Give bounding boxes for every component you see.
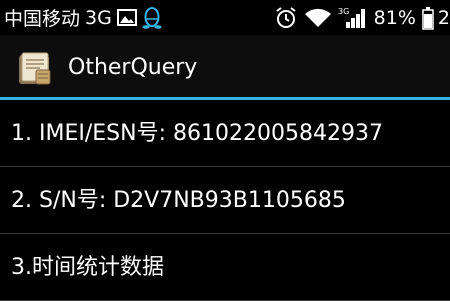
query-list: 1. IMEI/ESN号: 861022005842937 2. S/N号: D…: [0, 100, 450, 301]
signal-strength-icon: 3G: [338, 6, 368, 30]
wifi-icon: [304, 8, 332, 28]
alarm-clock-icon: [274, 6, 298, 30]
battery-percent: 81%: [373, 6, 416, 29]
status-bar: 中国移动 3G 3G 81% 2: [0, 0, 450, 35]
status-bar-left: 中国移动 3G: [4, 0, 162, 35]
list-item-label: 1. IMEI/ESN号: 861022005842937: [11, 121, 383, 146]
list-item-time-statistics[interactable]: 3.时间统计数据: [0, 234, 450, 301]
mobile-data-label: 3G: [338, 7, 349, 16]
image-notification-icon: [116, 9, 137, 26]
list-item-serial-number[interactable]: 2. S/N号: D2V7NB93B1105685: [0, 167, 450, 234]
app-notepad-icon[interactable]: [18, 52, 52, 86]
battery-icon: [422, 6, 434, 30]
status-bar-right: 3G 81% 2: [274, 0, 450, 35]
clock: 2: [437, 6, 450, 29]
qq-penguin-icon: [142, 6, 162, 30]
carrier-name: 中国移动: [4, 8, 81, 30]
list-item-label: 3.时间统计数据: [11, 255, 164, 280]
network-type: 3G: [85, 6, 112, 29]
action-bar: OtherQuery: [0, 35, 450, 97]
list-item-imei[interactable]: 1. IMEI/ESN号: 861022005842937: [0, 100, 450, 167]
list-item-label: 2. S/N号: D2V7NB93B1105685: [11, 188, 346, 213]
app-title: OtherQuery: [68, 55, 198, 80]
